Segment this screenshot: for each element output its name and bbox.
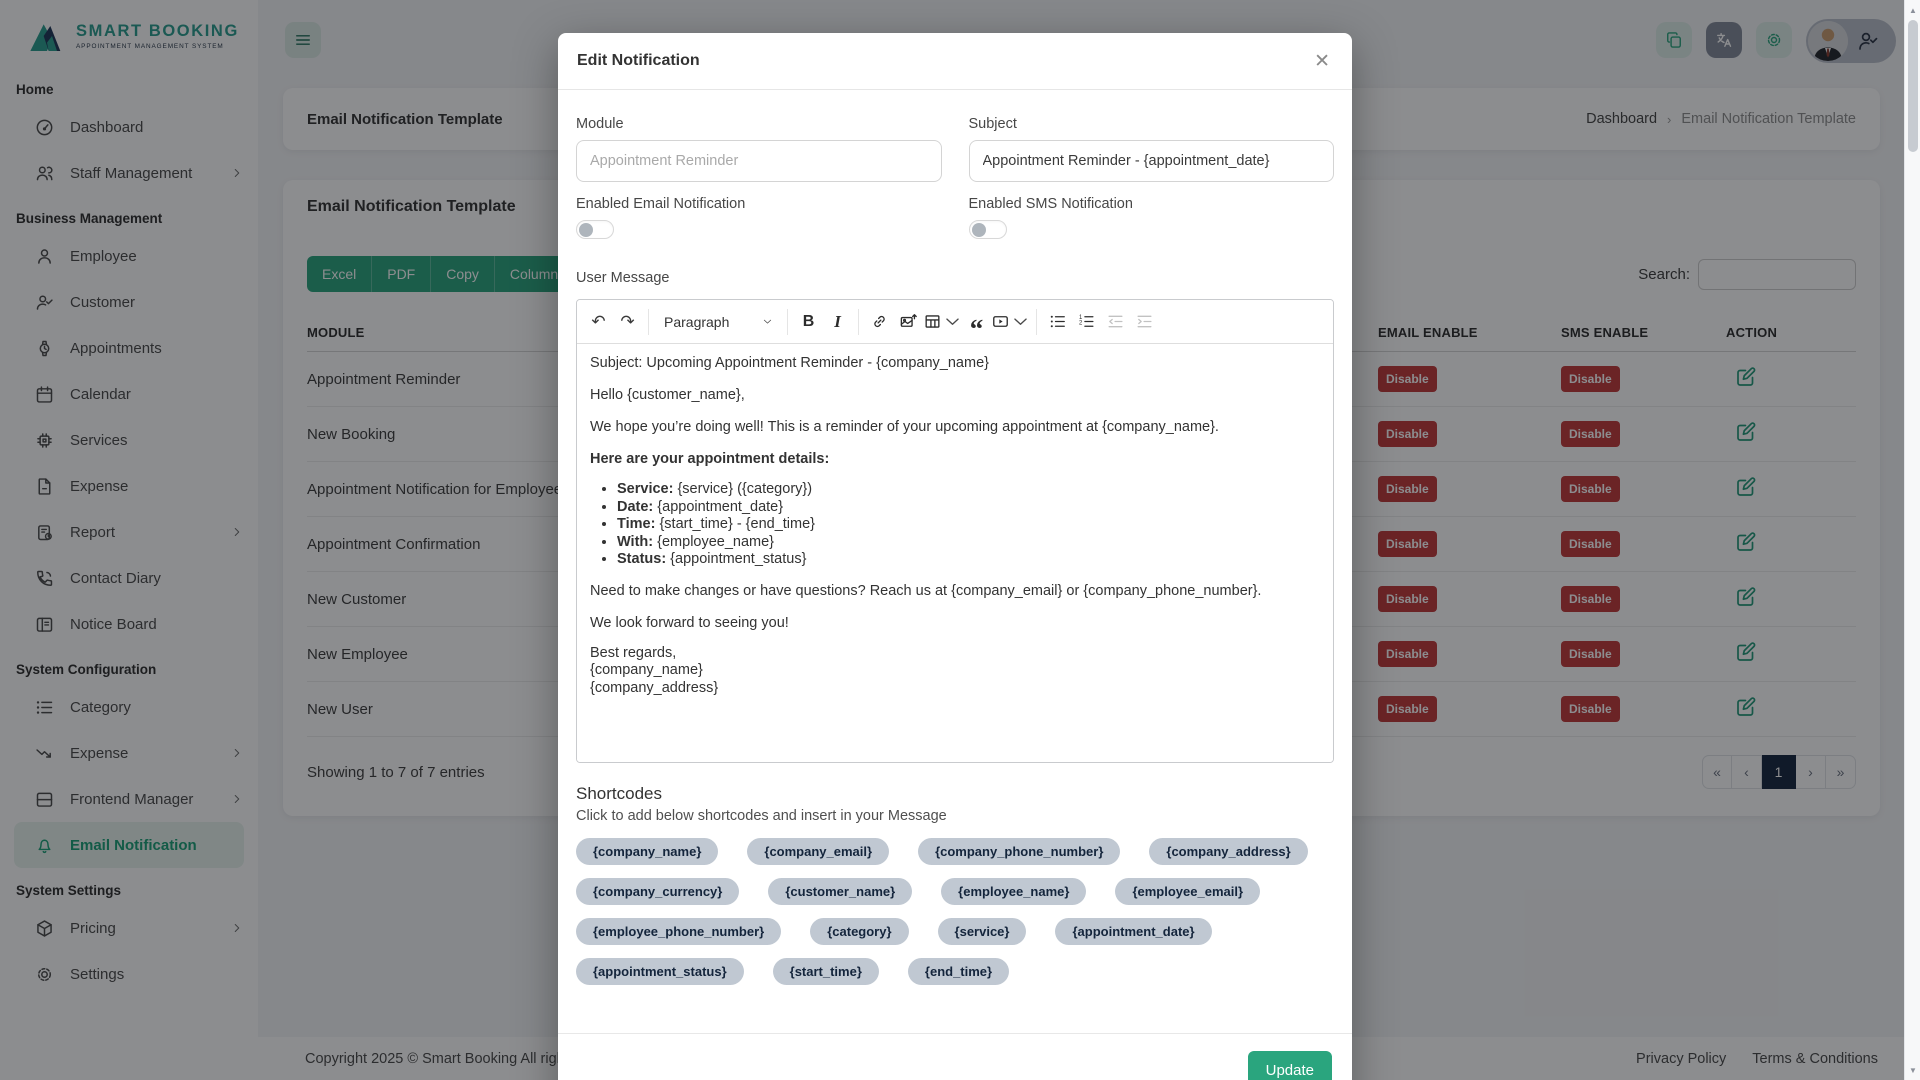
module-label: Module [576, 116, 942, 132]
page-scrollbar[interactable]: ▲ ▼ [1904, 0, 1920, 1080]
shortcode-chip[interactable]: {service} [938, 918, 1027, 945]
shortcode-chip[interactable]: {company_address} [1149, 838, 1307, 865]
bulleted-list-icon[interactable] [1043, 307, 1072, 337]
detail-item: Time: {start_time} - {end_time} [617, 516, 1320, 534]
shortcode-chip[interactable]: {end_time} [908, 958, 1009, 985]
blockquote-icon[interactable]: “ [962, 307, 991, 337]
indent-icon[interactable] [1130, 307, 1159, 337]
shortcode-chip[interactable]: {company_email} [747, 838, 889, 865]
numbered-list-icon[interactable]: 12 [1072, 307, 1101, 337]
redo-icon[interactable]: ↷ [613, 307, 642, 337]
shortcode-chip[interactable]: {employee_name} [941, 878, 1086, 905]
message-paragraph: Need to make changes or have questions? … [590, 581, 1320, 601]
appointment-details-list: Service: {service} ({category}) Date: {a… [590, 481, 1320, 569]
shortcodes-title: Shortcodes [576, 784, 1334, 804]
rich-text-editor: ↶ ↷ Paragraph B I “ [576, 299, 1334, 763]
detail-item: With: {employee_name} [617, 534, 1320, 552]
modal-title: Edit Notification [577, 52, 700, 70]
shortcode-chip[interactable]: {start_time} [773, 958, 879, 985]
close-icon[interactable]: ✕ [1314, 52, 1330, 71]
detail-item: Service: {service} ({category}) [617, 481, 1320, 499]
message-paragraph: Hello {customer_name}, [590, 385, 1320, 405]
shortcode-chip[interactable]: {company_name} [576, 838, 718, 865]
update-button[interactable]: Update [1248, 1051, 1332, 1080]
shortcode-chip[interactable]: {company_phone_number} [918, 838, 1120, 865]
shortcode-chip[interactable]: {employee_email} [1115, 878, 1260, 905]
message-editor-content[interactable]: Subject: Upcoming Appointment Reminder -… [577, 344, 1333, 762]
scrollbar-thumb[interactable] [1908, 20, 1918, 152]
italic-icon[interactable]: I [823, 307, 852, 337]
sms-toggle-label: Enabled SMS Notification [969, 196, 1335, 212]
message-paragraph: We hope you’re doing well! This is a rem… [590, 417, 1320, 437]
modal-footer: Update [558, 1033, 1352, 1080]
message-heading: Here are your appointment details: [590, 449, 1320, 469]
chevron-down-icon [943, 312, 962, 331]
modal-body: Module Subject Enabled Email Notificatio… [558, 90, 1352, 985]
message-signature: Best regards, {company_name} {company_ad… [590, 645, 1320, 698]
undo-icon[interactable]: ↶ [584, 307, 613, 337]
detail-item: Date: {appointment_date} [617, 499, 1320, 517]
shortcode-chip[interactable]: {company_currency} [576, 878, 739, 905]
insert-table-icon[interactable] [923, 307, 962, 337]
subject-label: Subject [969, 116, 1335, 132]
bold-icon[interactable]: B [794, 307, 823, 337]
email-notification-toggle[interactable] [576, 220, 614, 239]
scroll-up-arrow[interactable]: ▲ [1905, 2, 1920, 18]
svg-text:2: 2 [1079, 320, 1082, 326]
scroll-down-arrow[interactable]: ▼ [1905, 1062, 1920, 1078]
paragraph-style-dropdown[interactable]: Paragraph [655, 307, 781, 337]
outdent-icon[interactable] [1101, 307, 1130, 337]
shortcodes-subtitle: Click to add below shortcodes and insert… [576, 808, 1334, 824]
shortcode-chips: {company_name} {company_email} {company_… [576, 838, 1322, 985]
chevron-down-icon [1011, 312, 1030, 331]
insert-media-icon[interactable] [991, 307, 1030, 337]
shortcode-chip[interactable]: {appointment_date} [1055, 918, 1211, 945]
link-icon[interactable] [865, 307, 894, 337]
message-paragraph: Subject: Upcoming Appointment Reminder -… [590, 353, 1320, 373]
shortcode-chip[interactable]: {category} [810, 918, 908, 945]
subject-input[interactable] [969, 140, 1335, 182]
insert-image-icon[interactable] [894, 307, 923, 337]
shortcode-chip[interactable]: {employee_phone_number} [576, 918, 781, 945]
screen: SMART BOOKING APPOINTMENT MANAGEMENT SYS… [0, 0, 1920, 1080]
editor-toolbar: ↶ ↷ Paragraph B I “ [577, 300, 1333, 344]
shortcode-chip[interactable]: {customer_name} [768, 878, 912, 905]
modal-header: Edit Notification ✕ [558, 33, 1352, 90]
user-message-label: User Message [576, 270, 1334, 286]
chevron-down-icon [762, 316, 773, 327]
module-input[interactable] [576, 140, 942, 182]
edit-notification-modal: Edit Notification ✕ Module Subject Enabl… [558, 33, 1352, 1080]
sms-notification-toggle[interactable] [969, 220, 1007, 239]
message-paragraph: We look forward to seeing you! [590, 613, 1320, 633]
email-toggle-label: Enabled Email Notification [576, 196, 942, 212]
shortcode-chip[interactable]: {appointment_status} [576, 958, 744, 985]
detail-item: Status: {appointment_status} [617, 551, 1320, 569]
